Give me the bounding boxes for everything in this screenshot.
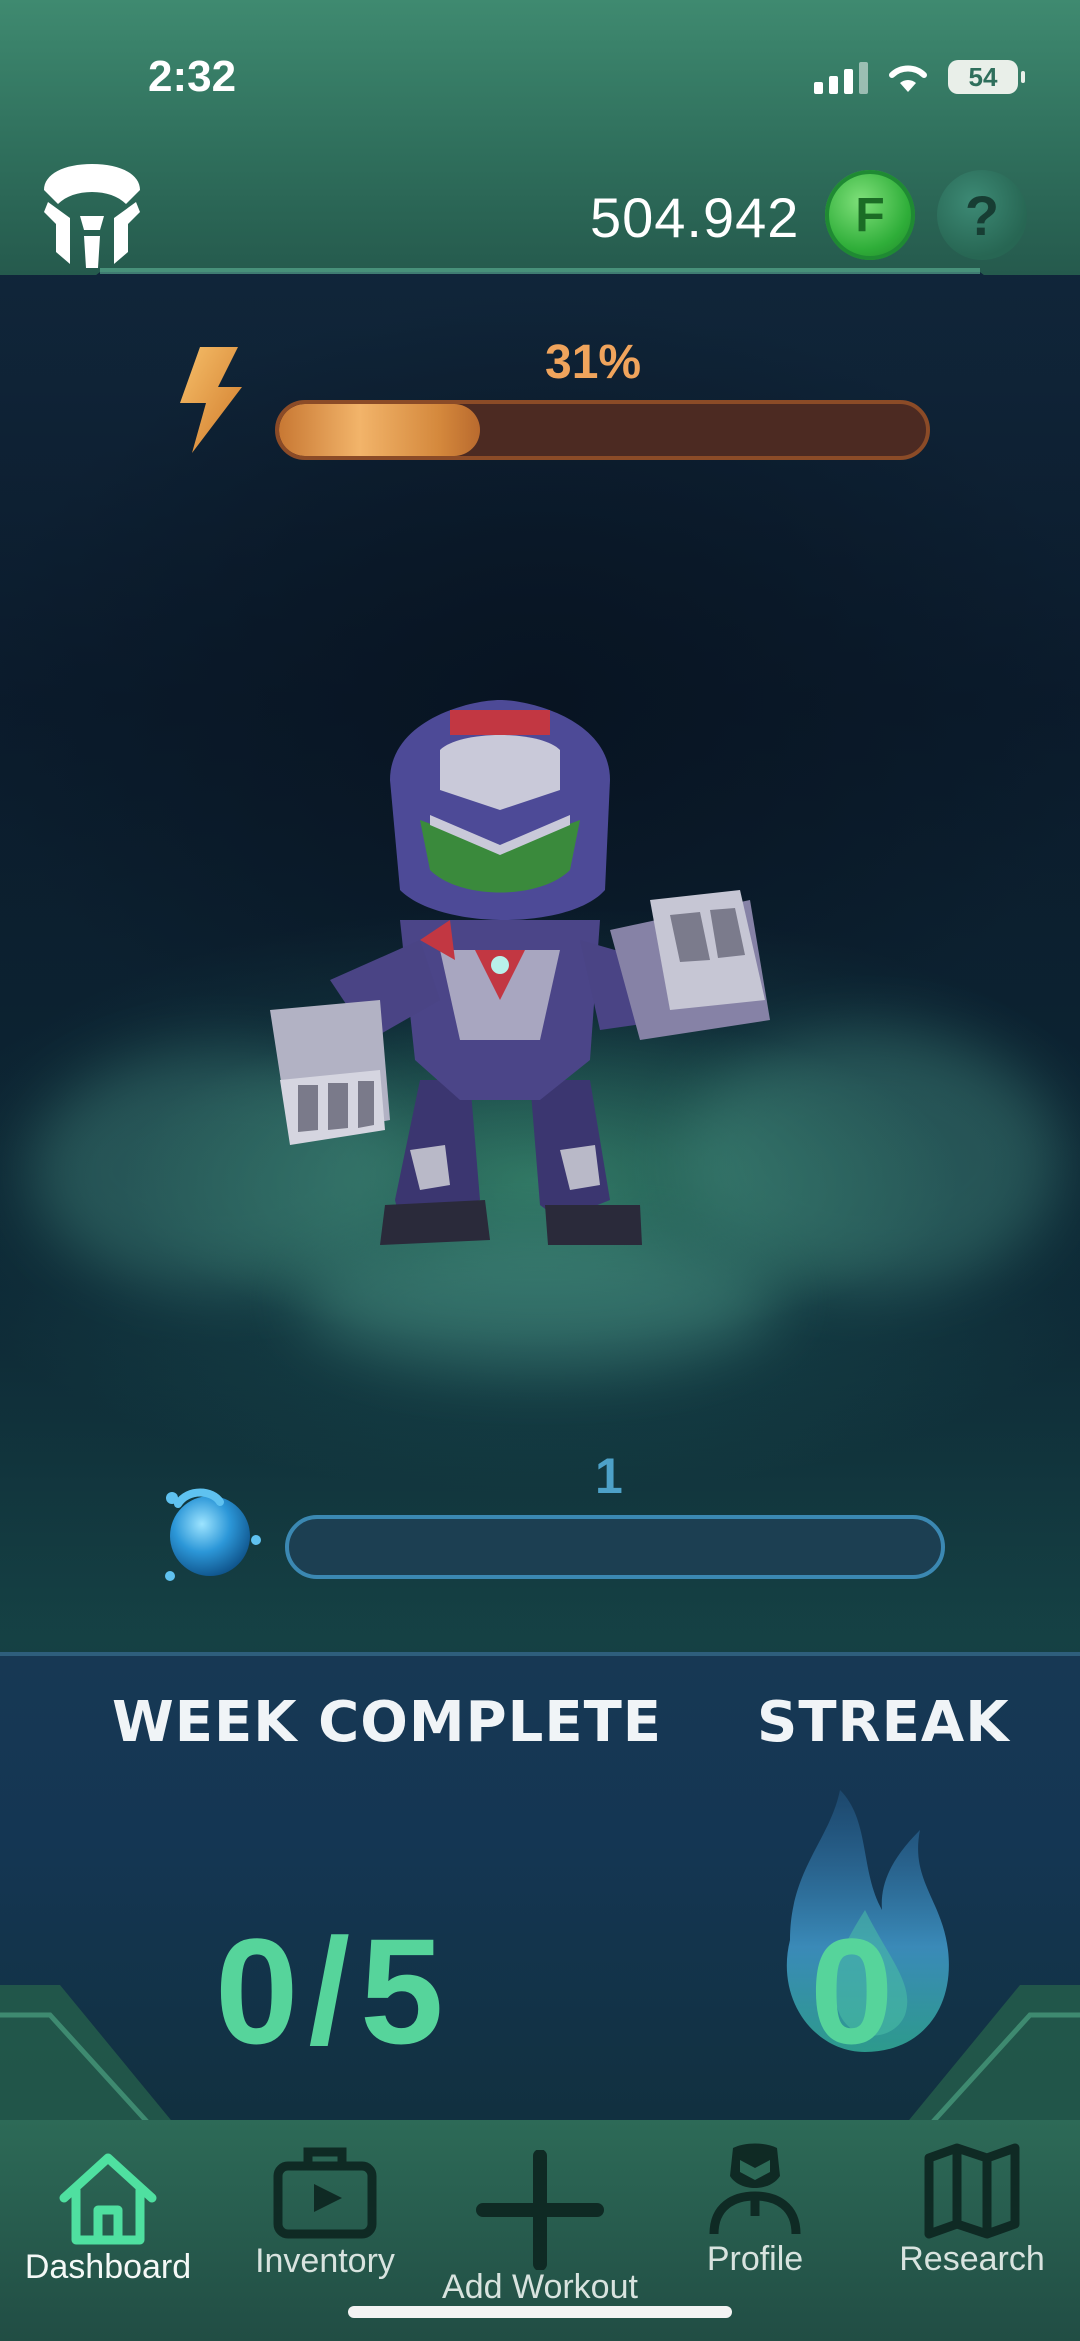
energy-bar [275,400,930,460]
briefcase-icon [273,2147,377,2239]
experience-bar [285,1515,945,1579]
nav-add-workout-label: Add Workout [442,2268,638,2306]
streak-value: 0 [810,1907,894,2075]
nav-dashboard[interactable]: Dashboard [8,2148,208,2287]
battery-icon: 54 [948,60,1025,94]
top-bar-edge [100,268,980,274]
energy-bar-fill [279,404,480,456]
map-icon [924,2143,1020,2239]
lightning-icon [180,347,242,453]
nav-dashboard-label: Dashboard [24,2248,192,2286]
week-complete-label: WEEK COMPLETE [112,1690,663,1755]
coin-icon[interactable]: F [825,170,915,260]
nav-profile[interactable]: Profile [655,2140,855,2279]
top-bar [0,0,1080,275]
nav-research-label: Research [899,2240,1045,2278]
home-icon [59,2153,157,2245]
nav-inventory-label: Inventory [255,2242,395,2280]
status-icons: 54 [814,60,1025,94]
level-number: 1 [595,1448,623,1504]
help-button[interactable]: ? [937,170,1027,260]
nav-add-workout[interactable]: Add Workout [420,2150,660,2307]
nav-inventory[interactable]: Inventory [225,2142,425,2281]
home-indicator[interactable] [348,2306,732,2318]
streak-label: STREAK [757,1690,1010,1755]
signal-icon [814,60,868,94]
week-complete-value: 0/5 [215,1907,454,2075]
energy-percent: 31% [545,336,642,389]
coin-letter: F [855,188,885,242]
plus-icon [476,2150,604,2270]
robot-character[interactable] [270,700,810,1260]
app-logo-icon[interactable] [40,160,144,272]
wifi-icon [889,65,927,92]
currency-amount: 504.942 [590,186,800,249]
status-time: 2:32 [148,52,237,101]
nav-research[interactable]: Research [872,2140,1072,2279]
profile-icon [709,2143,801,2235]
nav-profile-label: Profile [706,2240,804,2278]
orb-icon [165,1488,261,1581]
